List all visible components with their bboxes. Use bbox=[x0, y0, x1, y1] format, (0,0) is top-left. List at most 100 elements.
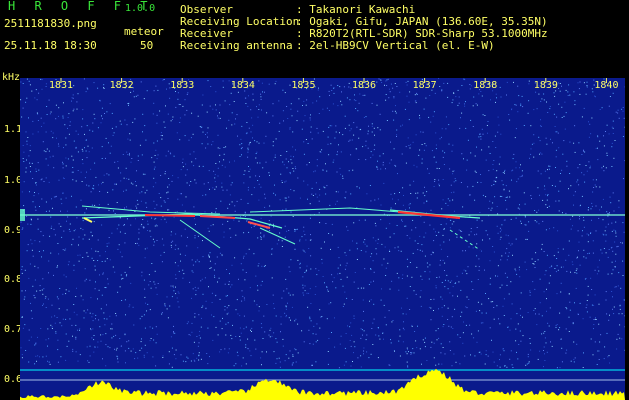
noise-pixel bbox=[389, 288, 391, 290]
noise-pixel bbox=[126, 151, 128, 153]
noise-pixel bbox=[508, 242, 510, 244]
noise-pixel bbox=[58, 179, 60, 181]
noise-pixel bbox=[278, 239, 280, 241]
noise-pixel bbox=[230, 184, 232, 186]
noise-pixel bbox=[279, 361, 281, 363]
noise-pixel bbox=[482, 322, 484, 324]
noise-pixel bbox=[548, 205, 550, 207]
noise-pixel bbox=[247, 105, 249, 107]
noise-pixel bbox=[412, 252, 414, 254]
noise-pixel bbox=[285, 316, 287, 318]
noise-pixel bbox=[187, 357, 189, 359]
noise-pixel bbox=[335, 287, 337, 289]
noise-pixel bbox=[167, 113, 169, 115]
noise-pixel bbox=[560, 266, 562, 268]
noise-pixel bbox=[499, 354, 501, 356]
noise-pixel bbox=[442, 234, 444, 236]
noise-pixel bbox=[355, 100, 357, 102]
noise-pixel bbox=[222, 80, 224, 82]
noise-pixel bbox=[208, 255, 210, 257]
noise-pixel bbox=[393, 119, 395, 121]
noise-pixel bbox=[568, 188, 569, 190]
noise-pixel bbox=[82, 229, 84, 231]
noise-pixel bbox=[452, 286, 454, 288]
noise-pixel bbox=[243, 328, 245, 330]
noise-pixel bbox=[384, 246, 386, 248]
noise-pixel bbox=[318, 212, 320, 214]
noise-pixel bbox=[284, 92, 286, 94]
noise-pixel bbox=[409, 237, 411, 239]
noise-pixel bbox=[168, 184, 170, 186]
noise-pixel bbox=[101, 107, 103, 109]
noise-pixel bbox=[367, 130, 369, 132]
noise-pixel bbox=[353, 99, 355, 101]
noise-pixel bbox=[543, 291, 545, 293]
noise-pixel bbox=[299, 263, 301, 265]
noise-pixel bbox=[54, 315, 56, 317]
noise-pixel bbox=[260, 237, 262, 238]
noise-pixel bbox=[299, 262, 301, 264]
noise-pixel bbox=[126, 178, 128, 180]
noise-pixel bbox=[428, 116, 430, 118]
noise-pixel bbox=[198, 165, 200, 167]
noise-pixel bbox=[173, 325, 174, 327]
noise-pixel bbox=[429, 224, 431, 226]
noise-pixel bbox=[206, 111, 208, 113]
noise-pixel bbox=[128, 104, 129, 106]
noise-pixel bbox=[209, 260, 211, 262]
noise-pixel bbox=[75, 146, 77, 148]
noise-pixel bbox=[574, 272, 576, 274]
noise-pixel bbox=[396, 272, 398, 274]
noise-pixel bbox=[288, 161, 289, 163]
noise-pixel bbox=[176, 297, 178, 299]
noise-pixel bbox=[537, 170, 539, 172]
noise-pixel bbox=[447, 205, 449, 206]
noise-pixel bbox=[489, 200, 491, 202]
noise-pixel bbox=[356, 207, 358, 209]
noise-pixel bbox=[135, 185, 137, 187]
noise-pixel bbox=[611, 126, 613, 128]
noise-pixel bbox=[252, 320, 254, 322]
noise-pixel bbox=[286, 106, 288, 107]
noise-pixel bbox=[82, 109, 84, 111]
noise-pixel bbox=[427, 266, 429, 268]
noise-pixel bbox=[58, 308, 60, 310]
noise-pixel bbox=[478, 266, 480, 268]
noise-pixel bbox=[301, 128, 303, 130]
noise-pixel bbox=[193, 165, 195, 167]
noise-pixel bbox=[62, 115, 64, 117]
noise-pixel bbox=[260, 357, 262, 359]
noise-pixel bbox=[44, 298, 46, 299]
noise-pixel bbox=[36, 290, 38, 292]
noise-pixel bbox=[533, 310, 535, 311]
noise-pixel bbox=[561, 361, 563, 363]
noise-pixel bbox=[489, 283, 491, 285]
noise-pixel bbox=[74, 229, 76, 231]
noise-pixel bbox=[192, 353, 194, 355]
noise-pixel bbox=[393, 97, 395, 99]
noise-pixel bbox=[340, 278, 342, 280]
noise-pixel bbox=[495, 147, 497, 148]
noise-pixel bbox=[43, 181, 45, 182]
noise-pixel bbox=[65, 293, 67, 295]
noise-pixel bbox=[359, 187, 360, 189]
noise-pixel bbox=[223, 147, 225, 148]
noise-pixel bbox=[587, 294, 589, 296]
noise-pixel bbox=[135, 205, 137, 207]
noise-pixel bbox=[491, 339, 492, 341]
noise-pixel bbox=[449, 341, 451, 343]
noise-pixel bbox=[415, 293, 417, 295]
noise-pixel bbox=[73, 108, 75, 110]
noise-pixel bbox=[190, 181, 192, 182]
noise-pixel bbox=[89, 279, 91, 281]
noise-pixel bbox=[167, 191, 169, 193]
noise-pixel bbox=[187, 92, 189, 94]
noise-pixel bbox=[510, 244, 512, 246]
noise-pixel bbox=[140, 200, 142, 202]
noise-pixel bbox=[417, 249, 419, 251]
noise-pixel bbox=[29, 191, 30, 193]
noise-pixel bbox=[231, 201, 233, 203]
noise-pixel bbox=[186, 356, 188, 358]
noise-pixel bbox=[182, 277, 184, 279]
noise-pixel bbox=[487, 234, 489, 236]
